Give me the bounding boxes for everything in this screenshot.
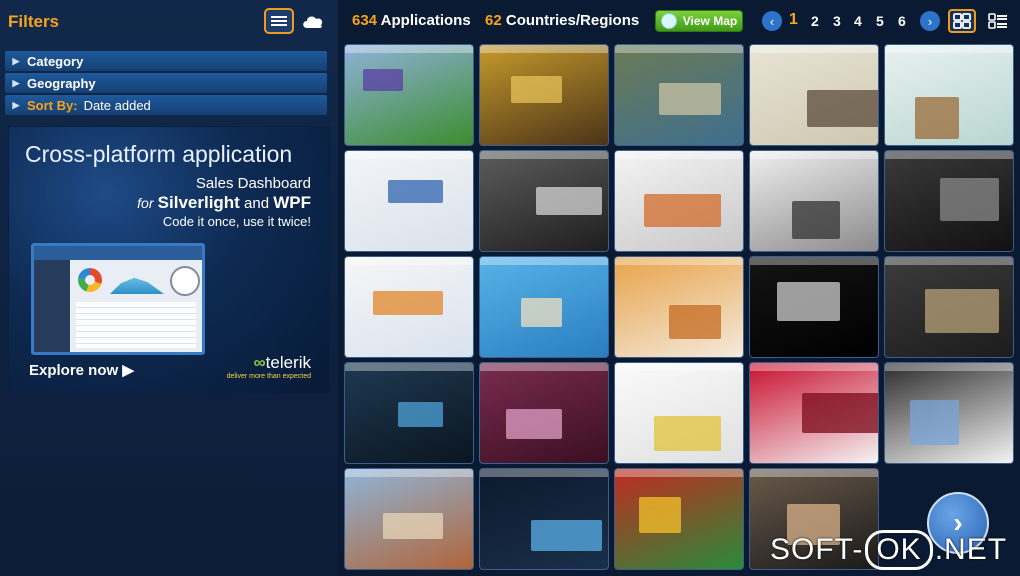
view-map-button[interactable]: View Map [655, 10, 743, 32]
telerik-mark-icon: ∞ [253, 353, 266, 372]
watermark-ok: OK [865, 530, 933, 570]
donut-chart-graphic [78, 268, 102, 292]
menu-icon [271, 14, 287, 28]
filters-title: Filters [8, 12, 60, 31]
explore-now-link[interactable]: Explore now ▶ [29, 361, 134, 379]
cloud-icon [303, 16, 323, 28]
telerik-tagline: deliver more than expected [226, 373, 311, 380]
ad-line-2-prefix: for [137, 195, 154, 211]
prev-page-button[interactable]: ‹ [762, 11, 782, 31]
filters-sidebar: Filters ▶ Category ▶ Geography ▶ Sort By… [0, 0, 338, 576]
thumbnail-media-player[interactable] [479, 150, 609, 252]
ad-line-3: Code it once, use it twice! [162, 214, 311, 229]
countries-number: 62 [485, 12, 502, 29]
sort-by-label: Sort By: [27, 97, 78, 113]
thumbnail-people-wall[interactable] [479, 256, 609, 358]
soft-ok-watermark: SOFT- OK .NET [770, 530, 1007, 570]
telerik-logo: ∞telerik [254, 353, 311, 373]
thumbnail-web-form-app[interactable] [344, 150, 474, 252]
thumbnail-document-view[interactable] [884, 362, 1014, 464]
grid-view-button[interactable] [948, 9, 976, 33]
explore-now-label: Explore now [29, 362, 119, 379]
ad-line-2: for Silverlight and WPF [137, 193, 311, 213]
dashboard-screenshot [31, 243, 205, 355]
sort-by-row[interactable]: ▶ Sort By: Date added [5, 95, 327, 115]
play-arrow-icon: ▶ [122, 362, 134, 379]
gauge-graphic [170, 266, 200, 296]
page-4[interactable]: 4 [854, 13, 862, 29]
application-thumbnail-grid [344, 44, 1020, 576]
table-graphic [76, 302, 196, 348]
chevron-left-icon: ‹ [769, 13, 775, 29]
thumbnail-orange-profile[interactable] [614, 256, 744, 358]
chevron-right-icon: › [927, 13, 933, 29]
thumbnail-photo-viewer[interactable] [884, 44, 1014, 146]
ad-line-2-silverlight: Silverlight [157, 193, 240, 212]
expand-arrow-icon: ▶ [12, 99, 20, 110]
thumbnail-desert-scene[interactable] [344, 468, 474, 570]
countries-label: Countries/Regions [505, 12, 640, 29]
ad-line-2-wpf: WPF [273, 193, 311, 212]
thumbnail-map-viewer[interactable] [884, 256, 1014, 358]
thumbnail-server-quest[interactable] [614, 468, 744, 570]
thumbnail-news-portal[interactable] [749, 150, 879, 252]
thumbnail-dark-swirl[interactable] [749, 256, 879, 358]
applications-count: 634 Applications [352, 12, 471, 29]
expand-arrow-icon: ▶ [12, 77, 20, 88]
thumbnail-3d-store[interactable] [614, 362, 744, 464]
watermark-left: SOFT- [770, 533, 864, 566]
thumbnail-dark-timeline[interactable] [344, 362, 474, 464]
thumbnail-nokia-shop[interactable] [749, 362, 879, 464]
countries-count: 62 Countries/Regions [485, 12, 639, 29]
telerik-ad-banner[interactable]: Cross-platform application Sales Dashboa… [8, 126, 330, 394]
applications-label: Applications [380, 12, 471, 29]
thumbnail-1000-days-brand[interactable] [749, 44, 879, 146]
thumbnail-cma-photo-wall[interactable] [479, 44, 609, 146]
thumbnail-ink-fashion[interactable] [479, 362, 609, 464]
globe-icon [660, 13, 677, 29]
page-2[interactable]: 2 [811, 13, 819, 29]
thumbnail-satellite-map[interactable] [614, 44, 744, 146]
telerik-logo-text: telerik [265, 353, 311, 372]
view-map-label: View Map [682, 14, 738, 28]
grid-view-icon [953, 13, 971, 29]
page-3[interactable]: 3 [833, 13, 841, 29]
ad-headline: Cross-platform application [25, 141, 293, 167]
page-5[interactable]: 5 [876, 13, 884, 29]
page-6[interactable]: 6 [898, 13, 906, 29]
thumbnail-stadium-app[interactable] [344, 44, 474, 146]
filter-geography[interactable]: ▶ Geography [5, 73, 327, 93]
thumbnail-dark-list[interactable] [884, 150, 1014, 252]
thumbnail-email-client[interactable] [344, 256, 474, 358]
menu-button[interactable] [264, 8, 294, 34]
ad-line-1: Sales Dashboard [195, 175, 311, 192]
watermark-right: .NET [934, 533, 1008, 566]
thumbnail-blue-charts[interactable] [479, 468, 609, 570]
list-view-icon [988, 13, 1007, 29]
thumbnail-photo-gallery[interactable] [614, 150, 744, 252]
applications-number: 634 [352, 12, 378, 29]
next-page-small-button[interactable]: › [920, 11, 940, 31]
expand-arrow-icon: ▶ [12, 55, 20, 66]
filter-geography-label: Geography [27, 75, 96, 91]
sort-by-value: Date added [83, 97, 151, 113]
cloud-button[interactable] [298, 8, 328, 34]
area-chart-graphic [110, 277, 164, 294]
ad-line-2-and: and [244, 195, 270, 212]
filter-category[interactable]: ▶ Category [5, 51, 327, 71]
page-1[interactable]: 1 [789, 11, 798, 29]
filter-category-label: Category [27, 53, 84, 69]
list-view-button[interactable] [984, 9, 1012, 33]
